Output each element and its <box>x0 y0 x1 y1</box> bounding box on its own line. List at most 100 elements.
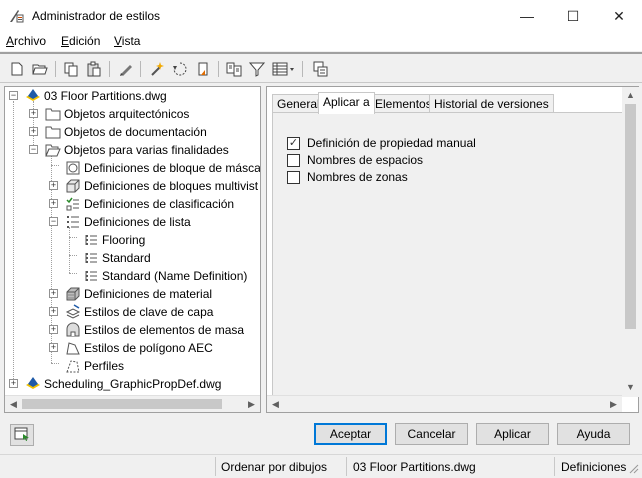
expand-toggle[interactable]: + <box>49 199 58 208</box>
purge-styles-icon[interactable] <box>171 60 189 78</box>
expand-toggle[interactable]: + <box>49 325 58 334</box>
tab-aplicar-a[interactable]: Aplicar a <box>318 92 375 114</box>
scroll-right-icon[interactable]: ▶ <box>605 396 622 412</box>
expand-toggle[interactable]: + <box>29 127 38 136</box>
checkbox-checked[interactable]: ✓ <box>287 136 300 150</box>
expand-toggle[interactable]: + <box>49 181 58 190</box>
scroll-right-icon[interactable]: ▶ <box>243 396 260 412</box>
tree-item-category[interactable]: + Definiciones de clasificación <box>9 195 234 213</box>
menu-vista[interactable]: Vista <box>114 34 140 48</box>
help-button[interactable]: Ayuda <box>557 423 630 445</box>
tree-item-folder[interactable]: − Objetos para varias finalidades <box>9 141 229 159</box>
tree-item-style[interactable]: Flooring <box>9 231 145 249</box>
scroll-left-icon[interactable]: ◀ <box>267 396 284 412</box>
scroll-up-icon[interactable]: ▲ <box>622 87 639 103</box>
close-button[interactable]: ✕ <box>596 0 642 32</box>
toggle-preview-button[interactable] <box>10 424 34 446</box>
new-style-icon[interactable] <box>148 60 166 78</box>
toolbar-separator <box>302 61 303 77</box>
tab-elementos[interactable]: Elementos <box>370 94 437 113</box>
mass-element-icon <box>65 322 81 338</box>
menu-bar: Archivo Edición Vista <box>0 32 642 51</box>
applies-to-page: ✓ Definición de propiedad manual Nombres… <box>272 112 624 397</box>
tree-item-category[interactable]: Perfiles <box>9 357 124 375</box>
tree-item-category[interactable]: + Estilos de clave de capa <box>9 303 213 321</box>
applies-to-item[interactable]: Nombres de zonas <box>287 169 408 185</box>
scroll-thumb[interactable] <box>22 399 222 409</box>
tab-general[interactable]: General <box>272 94 325 113</box>
scroll-thumb[interactable] <box>625 104 636 329</box>
tree-item-label: Estilos de clave de capa <box>84 305 214 319</box>
scroll-left-icon[interactable]: ◀ <box>5 396 22 412</box>
expand-toggle[interactable]: + <box>9 379 18 388</box>
list-item-icon <box>83 250 99 266</box>
minimize-button[interactable]: — <box>504 0 550 32</box>
tree-item-folder[interactable]: + Objetos de documentación <box>9 123 207 141</box>
menu-label: dición <box>69 34 101 48</box>
multiview-block-icon <box>65 178 81 194</box>
edit-style-icon[interactable] <box>117 60 135 78</box>
style-tree[interactable]: − 03 Floor Partitions.dwg + Objetos arqu… <box>4 86 261 413</box>
tree-item-style[interactable]: Standard (Name Definition) <box>9 267 247 285</box>
accept-button[interactable]: Aceptar <box>314 423 387 445</box>
tree-item-style[interactable]: Standard <box>9 249 151 267</box>
layer-key-icon <box>65 304 81 320</box>
tree-item-category[interactable]: Definiciones de bloque de másca <box>9 159 260 177</box>
tree-item-category[interactable]: + Estilos de elementos de masa <box>9 321 244 339</box>
menu-accel: V <box>114 34 122 48</box>
apply-button[interactable]: Aplicar <box>476 423 549 445</box>
scroll-down-icon[interactable]: ▼ <box>622 379 639 395</box>
checkbox[interactable] <box>287 153 300 167</box>
menu-edicion[interactable]: Edición <box>61 34 100 48</box>
set-from-icon[interactable] <box>194 60 212 78</box>
toolbar-separator <box>55 61 56 77</box>
toolbar-separator <box>140 61 141 77</box>
window-title: Administrador de estilos <box>32 9 161 23</box>
tree-item-category[interactable]: − Definiciones de lista <box>9 213 191 231</box>
tree-item-label: Perfiles <box>84 359 125 373</box>
tree-item-category[interactable]: + Estilos de polígono AEC <box>9 339 213 357</box>
list-item-icon <box>83 232 99 248</box>
collapse-toggle[interactable]: − <box>9 91 18 100</box>
menu-accel: A <box>6 34 15 48</box>
style-manager-icon <box>8 8 24 24</box>
expand-toggle[interactable]: + <box>49 307 58 316</box>
filter-icon[interactable] <box>248 60 266 78</box>
tree-item-label: Estilos de polígono AEC <box>84 341 213 355</box>
copy-icon[interactable] <box>62 60 80 78</box>
expand-toggle[interactable]: + <box>49 343 58 352</box>
tree-item-category[interactable]: + Definiciones de bloques multivist <box>9 177 258 195</box>
checkbox[interactable] <box>287 170 300 184</box>
open-drawing-icon[interactable] <box>31 60 49 78</box>
resize-grip-icon[interactable] <box>628 463 639 477</box>
list-item-icon <box>83 268 99 284</box>
right-vertical-scrollbar[interactable]: ▲ ▼ <box>622 87 639 397</box>
expand-toggle[interactable]: + <box>29 109 38 118</box>
applies-to-item[interactable]: Nombres de espacios <box>287 152 423 168</box>
maximize-icon: ☐ <box>566 7 580 24</box>
compare-icon[interactable] <box>225 60 243 78</box>
tree-item-folder[interactable]: + Objetos arquitectónicos <box>9 105 189 123</box>
tab-historial-de-versiones[interactable]: Historial de versiones <box>429 94 554 113</box>
expand-toggle[interactable]: + <box>49 289 58 298</box>
preview-icon <box>14 426 30 445</box>
tree-item-category[interactable]: + Definiciones de material <box>9 285 212 303</box>
view-options-icon[interactable] <box>271 60 297 78</box>
applies-to-item[interactable]: ✓ Definición de propiedad manual <box>287 135 476 151</box>
folder-icon <box>45 124 61 140</box>
menu-archivo[interactable]: Archivo <box>6 34 46 48</box>
collapse-toggle[interactable]: − <box>29 145 38 154</box>
applies-to-label: Nombres de zonas <box>307 170 408 184</box>
collapse-toggle[interactable]: − <box>49 217 58 226</box>
tree-item-label: Definiciones de clasificación <box>84 197 235 211</box>
toggle-view-icon[interactable] <box>311 60 329 78</box>
new-drawing-icon[interactable] <box>8 60 26 78</box>
right-horizontal-scrollbar[interactable]: ◀ ▶ <box>267 395 622 412</box>
cancel-button[interactable]: Cancelar <box>395 423 468 445</box>
maximize-button[interactable]: ☐ <box>550 0 596 32</box>
toolbar <box>0 54 642 83</box>
paste-icon[interactable] <box>85 60 103 78</box>
tree-item-drawing[interactable]: − 03 Floor Partitions.dwg <box>9 87 167 105</box>
tree-item-drawing[interactable]: + Scheduling_GraphicPropDef.dwg <box>9 375 221 393</box>
tree-horizontal-scrollbar[interactable]: ◀ ▶ <box>5 395 260 412</box>
